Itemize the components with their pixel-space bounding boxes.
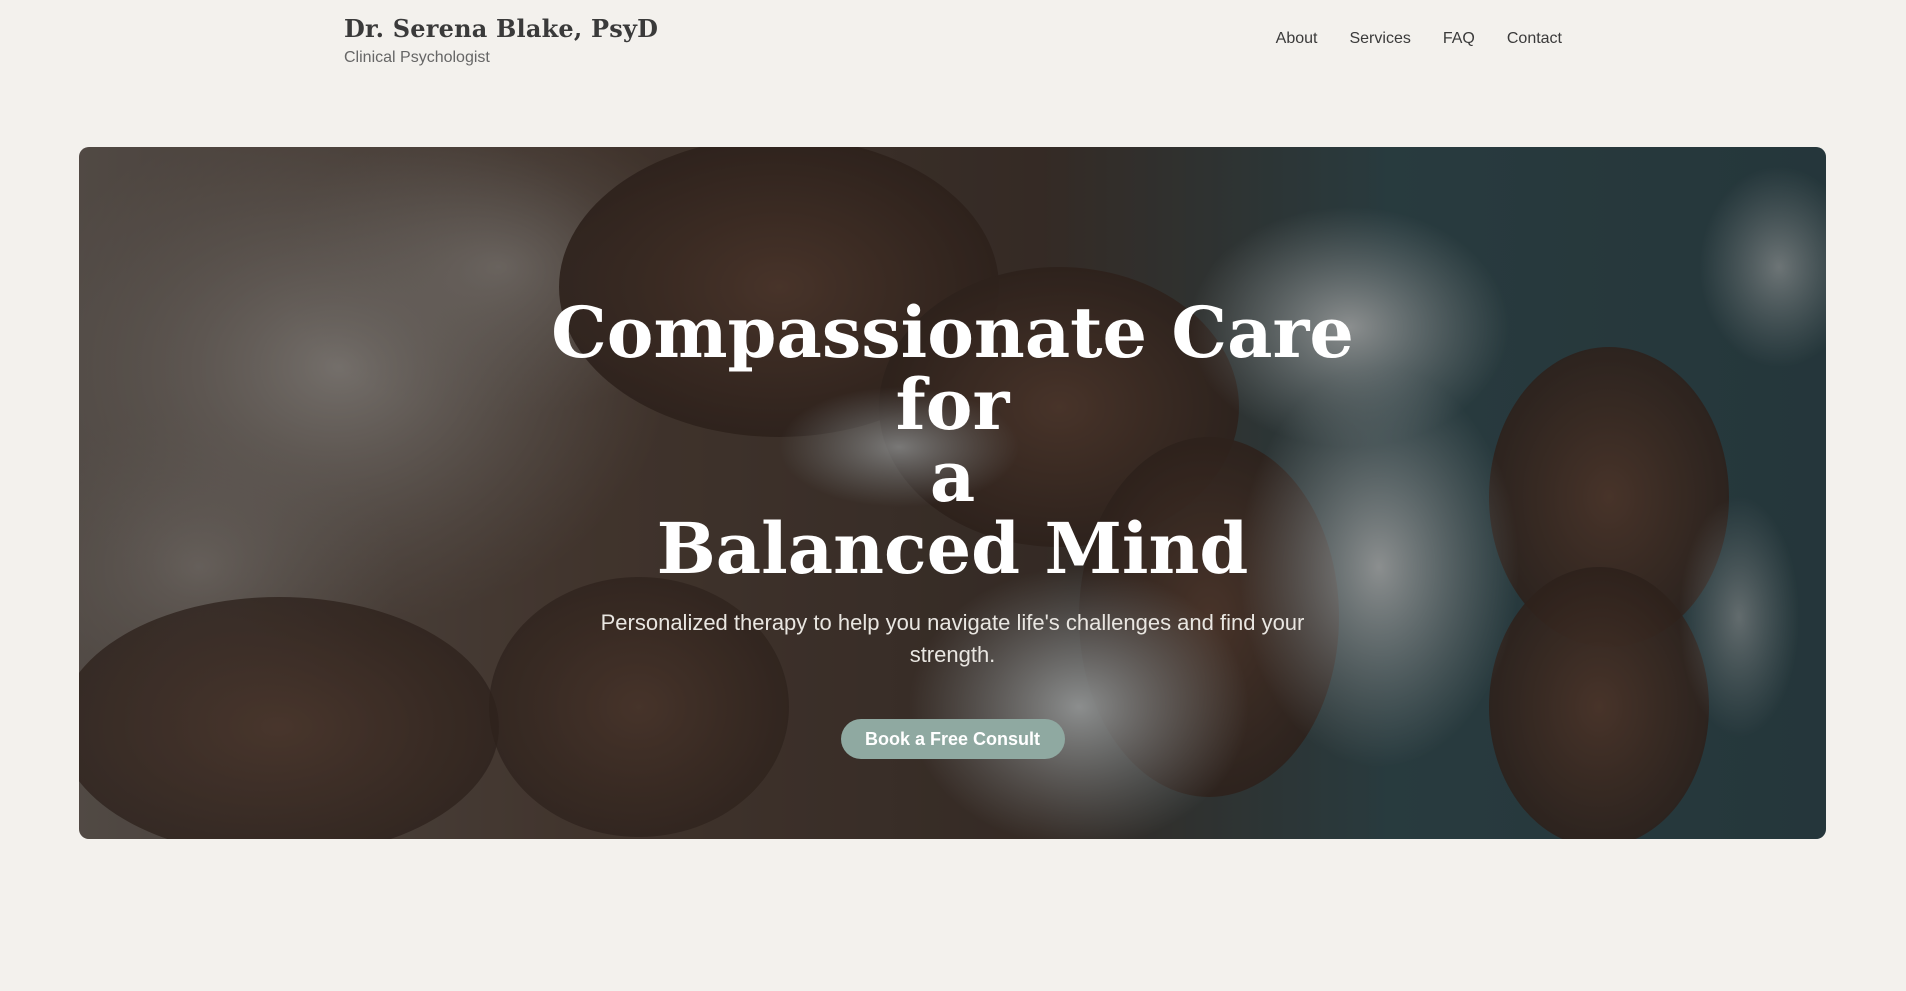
book-consult-button[interactable]: Book a Free Consult <box>840 719 1065 759</box>
hero-title-line: Balanced Mind <box>656 507 1249 590</box>
brand[interactable]: Dr. Serena Blake, PsyD Clinical Psycholo… <box>344 14 658 67</box>
brand-name[interactable]: Dr. Serena Blake, PsyD <box>344 14 658 43</box>
hero-content: Compassionate Care for a Balanced Mind P… <box>79 297 1826 759</box>
nav-link-contact[interactable]: Contact <box>1507 30 1562 48</box>
hero-title-line: Compassionate Care for <box>551 291 1354 446</box>
brand-subtitle: Clinical Psychologist <box>344 49 490 66</box>
nav-link-about[interactable]: About <box>1276 30 1318 48</box>
nav-link-faq[interactable]: FAQ <box>1443 30 1475 48</box>
hero-title-line: a <box>929 435 976 518</box>
site-header: Dr. Serena Blake, PsyD Clinical Psycholo… <box>0 0 1906 100</box>
hero-subtitle: Personalized therapy to help you navigat… <box>600 610 1305 667</box>
main-nav: About Services FAQ Contact <box>1276 30 1562 48</box>
page: Dr. Serena Blake, PsyD Clinical Psycholo… <box>0 0 1906 991</box>
hero-title: Compassionate Care for a Balanced Mind <box>533 297 1373 585</box>
hero-section: Compassionate Care for a Balanced Mind P… <box>79 147 1826 839</box>
nav-link-services[interactable]: Services <box>1349 30 1410 48</box>
